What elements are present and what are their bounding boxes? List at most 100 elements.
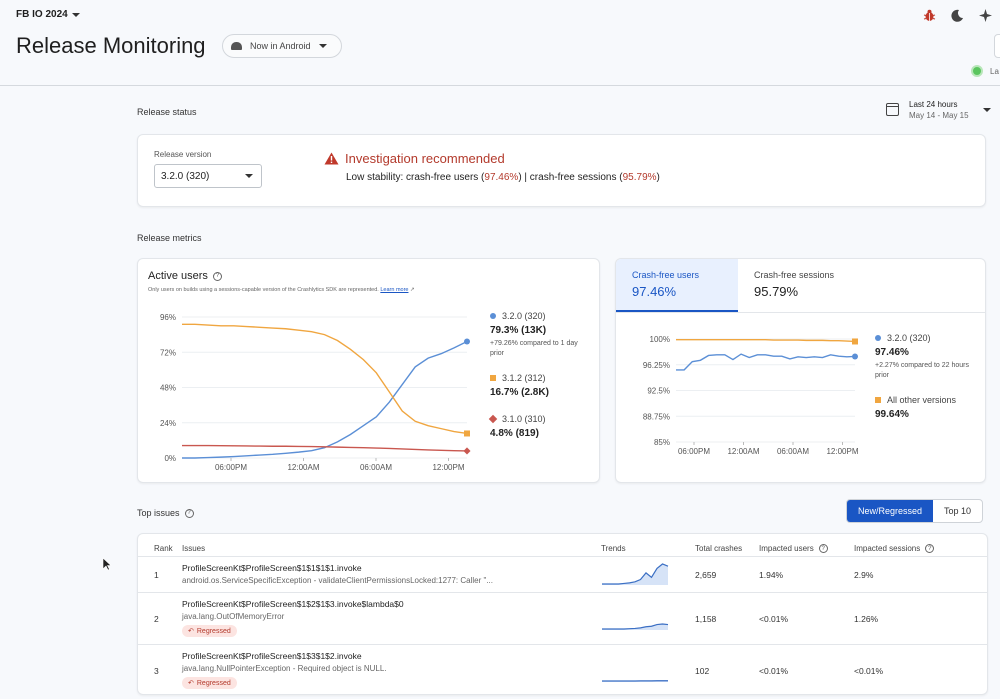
legend-marker bbox=[875, 397, 881, 403]
legend-delta: +2.27% compared to 22 hours prior bbox=[875, 362, 969, 379]
warning-title: Investigation recommended bbox=[345, 151, 505, 166]
x-tick-label: 12:00PM bbox=[432, 463, 464, 472]
warning-text-prefix: Low stability: crash-free users ( bbox=[346, 172, 485, 183]
toggle-top-10[interactable]: Top 10 bbox=[933, 500, 982, 522]
row-issue[interactable]: ProfileScreenKt$ProfileScreen$1$1$1$1.in… bbox=[182, 563, 493, 585]
row-issue[interactable]: ProfileScreenKt$ProfileScreen$1$2$1$3.in… bbox=[182, 599, 404, 637]
active-users-note-text: Only users on builds using a sessions-ca… bbox=[148, 287, 379, 293]
series-line-1 bbox=[182, 323, 468, 435]
column-header-impacted-sessions[interactable]: Impacted sessions? bbox=[854, 544, 935, 553]
warning-text: Low stability: crash-free users (97.46%)… bbox=[346, 172, 660, 183]
series-end-point bbox=[852, 353, 858, 360]
tab-value: 95.79% bbox=[754, 284, 799, 299]
column-header-trends: Trends bbox=[601, 544, 626, 553]
tab-label: Crash-free sessions bbox=[754, 270, 835, 280]
android-icon bbox=[231, 42, 242, 50]
y-tick-label: 96.25% bbox=[643, 361, 670, 370]
legend-marker bbox=[875, 335, 881, 341]
row-impacted-users: <0.01% bbox=[759, 614, 789, 624]
regressed-icon: ↶ bbox=[188, 628, 194, 635]
side-panel-card[interactable] bbox=[994, 34, 1000, 58]
chevron-down-icon bbox=[982, 108, 991, 112]
release-version-value: 3.2.0 (320) bbox=[161, 170, 210, 182]
project-name: FB IO 2024 bbox=[16, 9, 68, 20]
row-total-crashes: 1,158 bbox=[695, 614, 717, 624]
release-version-select[interactable]: 3.2.0 (320) bbox=[154, 164, 262, 188]
issue-title: ProfileScreenKt$ProfileScreen$1$2$1$3.in… bbox=[182, 599, 404, 609]
y-tick-label: 0% bbox=[164, 454, 176, 463]
column-header-impacted-users[interactable]: Impacted users? bbox=[759, 544, 828, 553]
active-users-note: Only users on builds using a sessions-ca… bbox=[148, 287, 415, 293]
app-selector[interactable]: Now in Android bbox=[222, 34, 342, 58]
date-range-value: May 14 - May 15 bbox=[909, 111, 969, 120]
chevron-down-icon bbox=[318, 44, 327, 48]
crash-free-sessions-pct: 95.79% bbox=[622, 172, 657, 183]
date-range-label: Last 24 hours bbox=[909, 100, 958, 109]
legend-value: 4.8% (819) bbox=[490, 428, 539, 439]
project-selector[interactable]: FB IO 2024 bbox=[16, 9, 80, 20]
y-tick-label: 72% bbox=[160, 348, 176, 357]
issue-title: ProfileScreenKt$ProfileScreen$1$3$1$2.in… bbox=[182, 651, 362, 661]
trend-sparkline bbox=[602, 623, 669, 630]
active-users-card: Active users ? Only users on builds usin… bbox=[137, 258, 600, 483]
series-end-point bbox=[463, 447, 471, 455]
table-row[interactable]: 3 ProfileScreenKt$ProfileScreen$1$3$1$2.… bbox=[138, 644, 987, 694]
issue-filter-toggle: New/Regressed Top 10 bbox=[846, 499, 984, 523]
active-users-title: Active users ? bbox=[148, 270, 222, 282]
issue-subtitle: java.lang.OutOfMemoryError bbox=[182, 612, 285, 621]
open-in-new-icon[interactable]: ↗ bbox=[408, 287, 415, 293]
row-impacted-sessions: 2.9% bbox=[854, 570, 874, 580]
calendar-icon bbox=[886, 103, 899, 116]
top-issues-heading: Top issues ? bbox=[137, 508, 194, 518]
legend-item-320: 3.2.0 (320) 97.46% +2.27% compared to 22… bbox=[875, 333, 971, 381]
row-impacted-users: <0.01% bbox=[759, 666, 789, 676]
date-range-picker[interactable]: Last 24 hours May 14 - May 15 bbox=[886, 100, 991, 120]
warning-banner: Investigation recommended bbox=[324, 151, 505, 166]
table-row[interactable]: 2 ProfileScreenKt$ProfileScreen$1$2$1$3.… bbox=[138, 592, 987, 644]
legend-name: All other versions bbox=[887, 395, 957, 405]
app-name: Now in Android bbox=[250, 41, 311, 51]
row-impacted-sessions: <0.01% bbox=[854, 666, 884, 676]
series-line-2 bbox=[182, 444, 468, 452]
row-issue[interactable]: ProfileScreenKt$ProfileScreen$1$3$1$2.in… bbox=[182, 651, 387, 689]
dark-mode-icon[interactable] bbox=[950, 8, 964, 22]
tab-divider bbox=[616, 312, 985, 313]
help-icon[interactable]: ? bbox=[184, 508, 194, 518]
y-tick-label: 85% bbox=[654, 438, 670, 447]
row-rank: 3 bbox=[154, 666, 159, 676]
tab-crash-free-sessions[interactable]: Crash-free sessions 95.79% bbox=[738, 259, 878, 312]
row-total-crashes: 102 bbox=[695, 666, 710, 676]
y-tick-label: 24% bbox=[160, 419, 176, 428]
bug-icon[interactable] bbox=[922, 8, 936, 22]
series-end-point bbox=[852, 338, 858, 345]
help-icon[interactable]: ? bbox=[212, 271, 222, 281]
legend-item-312: 3.1.2 (312) 16.7% (2.8K) bbox=[490, 373, 549, 398]
table-row[interactable]: 1 ProfileScreenKt$ProfileScreen$1$1$1$1.… bbox=[138, 556, 987, 592]
row-impacted-sessions: 1.26% bbox=[854, 614, 879, 624]
toggle-new-regressed[interactable]: New/Regressed bbox=[847, 500, 934, 522]
learn-more-link[interactable]: Learn more bbox=[380, 287, 408, 293]
legend-item-320: 3.2.0 (320) 79.3% (13K) +79.26% compared… bbox=[490, 311, 586, 359]
live-status-dot bbox=[971, 65, 983, 77]
issue-subtitle: java.lang.NullPointerException - Require… bbox=[182, 664, 387, 673]
issue-title: ProfileScreenKt$ProfileScreen$1$1$1$1.in… bbox=[182, 563, 362, 573]
legend-value: 97.46% bbox=[875, 347, 909, 358]
trend-sparkline bbox=[602, 680, 668, 682]
sparkle-icon[interactable] bbox=[978, 8, 992, 22]
help-icon[interactable]: ? bbox=[818, 544, 828, 553]
y-tick-label: 88.75% bbox=[643, 412, 670, 421]
help-icon[interactable]: ? bbox=[925, 544, 935, 553]
regressed-icon: ↶ bbox=[188, 680, 194, 687]
y-tick-label: 92.5% bbox=[647, 387, 670, 396]
legend-marker bbox=[490, 313, 496, 319]
column-header-total-crashes[interactable]: Total crashes bbox=[695, 544, 742, 553]
tab-crash-free-users[interactable]: Crash-free users 97.46% bbox=[616, 259, 738, 312]
live-status-label: La bbox=[990, 67, 999, 76]
row-rank: 2 bbox=[154, 614, 159, 624]
legend-value: 79.3% (13K) bbox=[490, 325, 547, 336]
series-end-point bbox=[464, 338, 470, 345]
top-issues-table: Rank Issues Trends Total crashes Impacte… bbox=[137, 533, 988, 695]
column-header-label: Impacted sessions bbox=[854, 544, 921, 553]
page-title: Release Monitoring bbox=[16, 33, 206, 58]
legend-value: 99.64% bbox=[875, 409, 909, 420]
